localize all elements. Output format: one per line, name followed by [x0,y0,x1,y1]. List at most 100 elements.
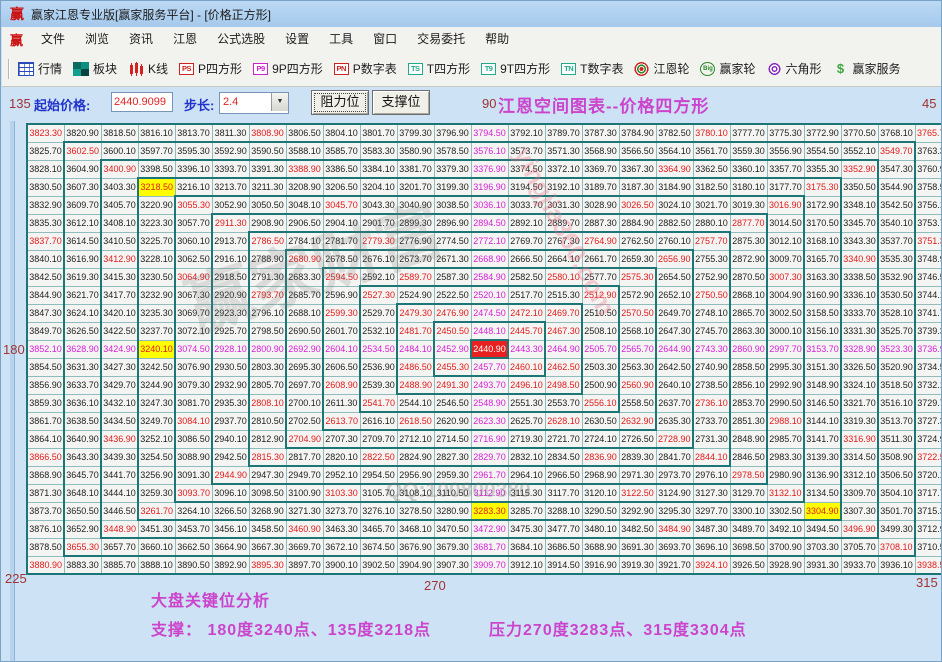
grid-cell: 3880.90 [26,555,65,575]
hexagon-icon [766,61,782,76]
grid-cell: 3189.70 [581,177,620,197]
grid-cell: 3441.70 [100,465,139,485]
resistance-button[interactable]: 阻力位 [311,90,369,115]
step-combobox[interactable]: 2.4 ▼ [219,92,289,114]
badge-icon: PS [179,62,195,75]
grid-cell: 3547.30 [877,159,916,179]
grid-cell: 2875.30 [729,231,768,251]
toolbar-9p-square-button[interactable]: P9 9P四方形 [253,60,323,77]
grid-cell: 3396.10 [174,159,213,179]
grid-cell: 3055.30 [174,195,213,215]
menu-item-trade-entrust[interactable]: 交易委托 [407,28,475,51]
grid-cell: 3074.50 [174,339,213,359]
grid-cell: 2582.50 [507,267,546,287]
support-button[interactable]: 支撑位 [372,90,430,115]
grid-cell: 3420.10 [100,303,139,323]
grid-cell: 2916.10 [211,249,250,269]
grid-cell: 3288.10 [544,501,583,521]
grid-cell: 2769.70 [507,231,546,251]
menu-item-window[interactable]: 窗口 [363,28,407,51]
toolbar-quotes-button[interactable]: 行情 [18,60,62,77]
start-price-input[interactable] [111,92,173,112]
toolbar-hexagon-button[interactable]: 六角形 [766,60,822,77]
grid-cell: 3890.50 [174,555,213,575]
grid-cell: 2534.50 [359,339,398,359]
grid-cell: 2935.30 [211,393,250,413]
menu-item-settings[interactable]: 设置 [275,28,319,51]
grid-cell: 3242.50 [137,357,176,377]
menu-item-formula-picker[interactable]: 公式选股 [207,28,275,51]
toolbar-t-table-button[interactable]: TN T数字表 [561,60,623,77]
grid-cell: 2940.10 [211,429,250,449]
grid-cell: 3672.10 [322,537,361,557]
grid-cell: 2918.50 [211,267,250,287]
grid-cell: 2539.30 [359,375,398,395]
grid-cell: 2752.90 [692,267,731,287]
grid-cell: 3031.30 [544,195,583,215]
grid-cell: 2738.50 [692,375,731,395]
grid-cell: 2596.90 [322,285,361,305]
grid-cell: 3460.90 [285,519,324,539]
grid-cell: 2884.90 [618,213,657,233]
menu-item-browse[interactable]: 浏览 [75,28,119,51]
grid-cell: 3686.50 [544,537,583,557]
menu-item-tools[interactable]: 工具 [319,28,363,51]
grid-cell: 2637.70 [655,393,694,413]
title-bar: 赢 赢家江恩专业版[赢家服务平台] - [价格正方形] [1,1,941,27]
grid-cell: 3312.10 [840,465,879,485]
grid-cell: 3729.70 [914,393,941,413]
grid-cell: 3456.10 [211,519,250,539]
toolbar-9t-square-button[interactable]: T9 9T四方形 [481,60,550,77]
toolbar-t-square-button[interactable]: TS T四方形 [407,60,470,77]
grid-cell: 3216.10 [174,177,213,197]
grid-cell: 3739.30 [914,321,941,341]
toolbar-p-square-button[interactable]: PS P四方形 [179,60,242,77]
grid-cell: 3069.70 [174,303,213,323]
toolbar-sectors-button[interactable]: 板块 [73,60,117,77]
grid-cell: 2632.90 [618,411,657,431]
grid-cell: 3696.10 [692,537,731,557]
grid-cell: 3895.30 [248,555,287,575]
grid-cell: 3276.10 [359,501,398,521]
grid-cell: 3823.30 [26,123,65,143]
grid-cell: 3847.30 [26,303,65,323]
grid-cell: 2978.50 [729,465,768,485]
grid-cell: 3393.70 [211,159,250,179]
grid-cell: 2844.10 [692,447,731,467]
grid-cell: 2750.50 [692,285,731,305]
grid-cell: 2517.70 [507,285,546,305]
grid-cell: 3115.30 [507,483,546,503]
grid-cell: 2481.70 [396,321,435,341]
child-window-icon: 赢 [10,32,24,48]
grid-cell: 3900.10 [322,555,361,575]
grid-cell: 3720.10 [914,465,941,485]
grid-cell: 3580.90 [396,141,435,161]
grid-cell: 2580.10 [544,267,583,287]
grid-cell: 3088.90 [174,447,213,467]
chevron-down-icon[interactable]: ▼ [271,93,288,111]
grid-cell: 3825.70 [26,141,65,161]
grid-cell: 3364.90 [655,159,694,179]
grid-cell: 2604.10 [322,339,361,359]
menu-item-file[interactable]: 文件 [31,28,75,51]
toolbar-p-table-button[interactable]: PN P数字表 [333,60,397,77]
toolbar-winner-service-button[interactable]: $ 赢家服务 [833,60,901,77]
grid-cell: 3734.50 [914,357,941,377]
toolbar-kline-button[interactable]: K线 [128,60,168,77]
grid-cell: 3302.50 [766,501,805,521]
menu-item-help[interactable]: 帮助 [475,28,519,51]
toolbar-winner-wheel-button[interactable]: Big 赢家轮 [700,60,756,77]
footer-analysis: 大盘关键位分析 支撑： 180度3240点、135度3218点 压力270度328… [151,587,747,640]
grid-cell: 3859.30 [26,393,65,413]
grid-cell: 3871.30 [26,483,65,503]
grid-cell: 3266.50 [211,501,250,521]
menu-item-news[interactable]: 资讯 [119,28,163,51]
menu-item-gann[interactable]: 江恩 [163,28,207,51]
grid-cell: 2577.70 [581,267,620,287]
toolbar-gann-wheel-button[interactable]: 江恩轮 [634,60,689,77]
grid-cell: 2544.10 [396,393,435,413]
grid-cell: 3446.50 [100,501,139,521]
grid-cell: 3235.30 [137,303,176,323]
grid-cell-highlight-270: 3283.30 [470,501,509,521]
grid-cell: 2736.10 [692,393,731,413]
